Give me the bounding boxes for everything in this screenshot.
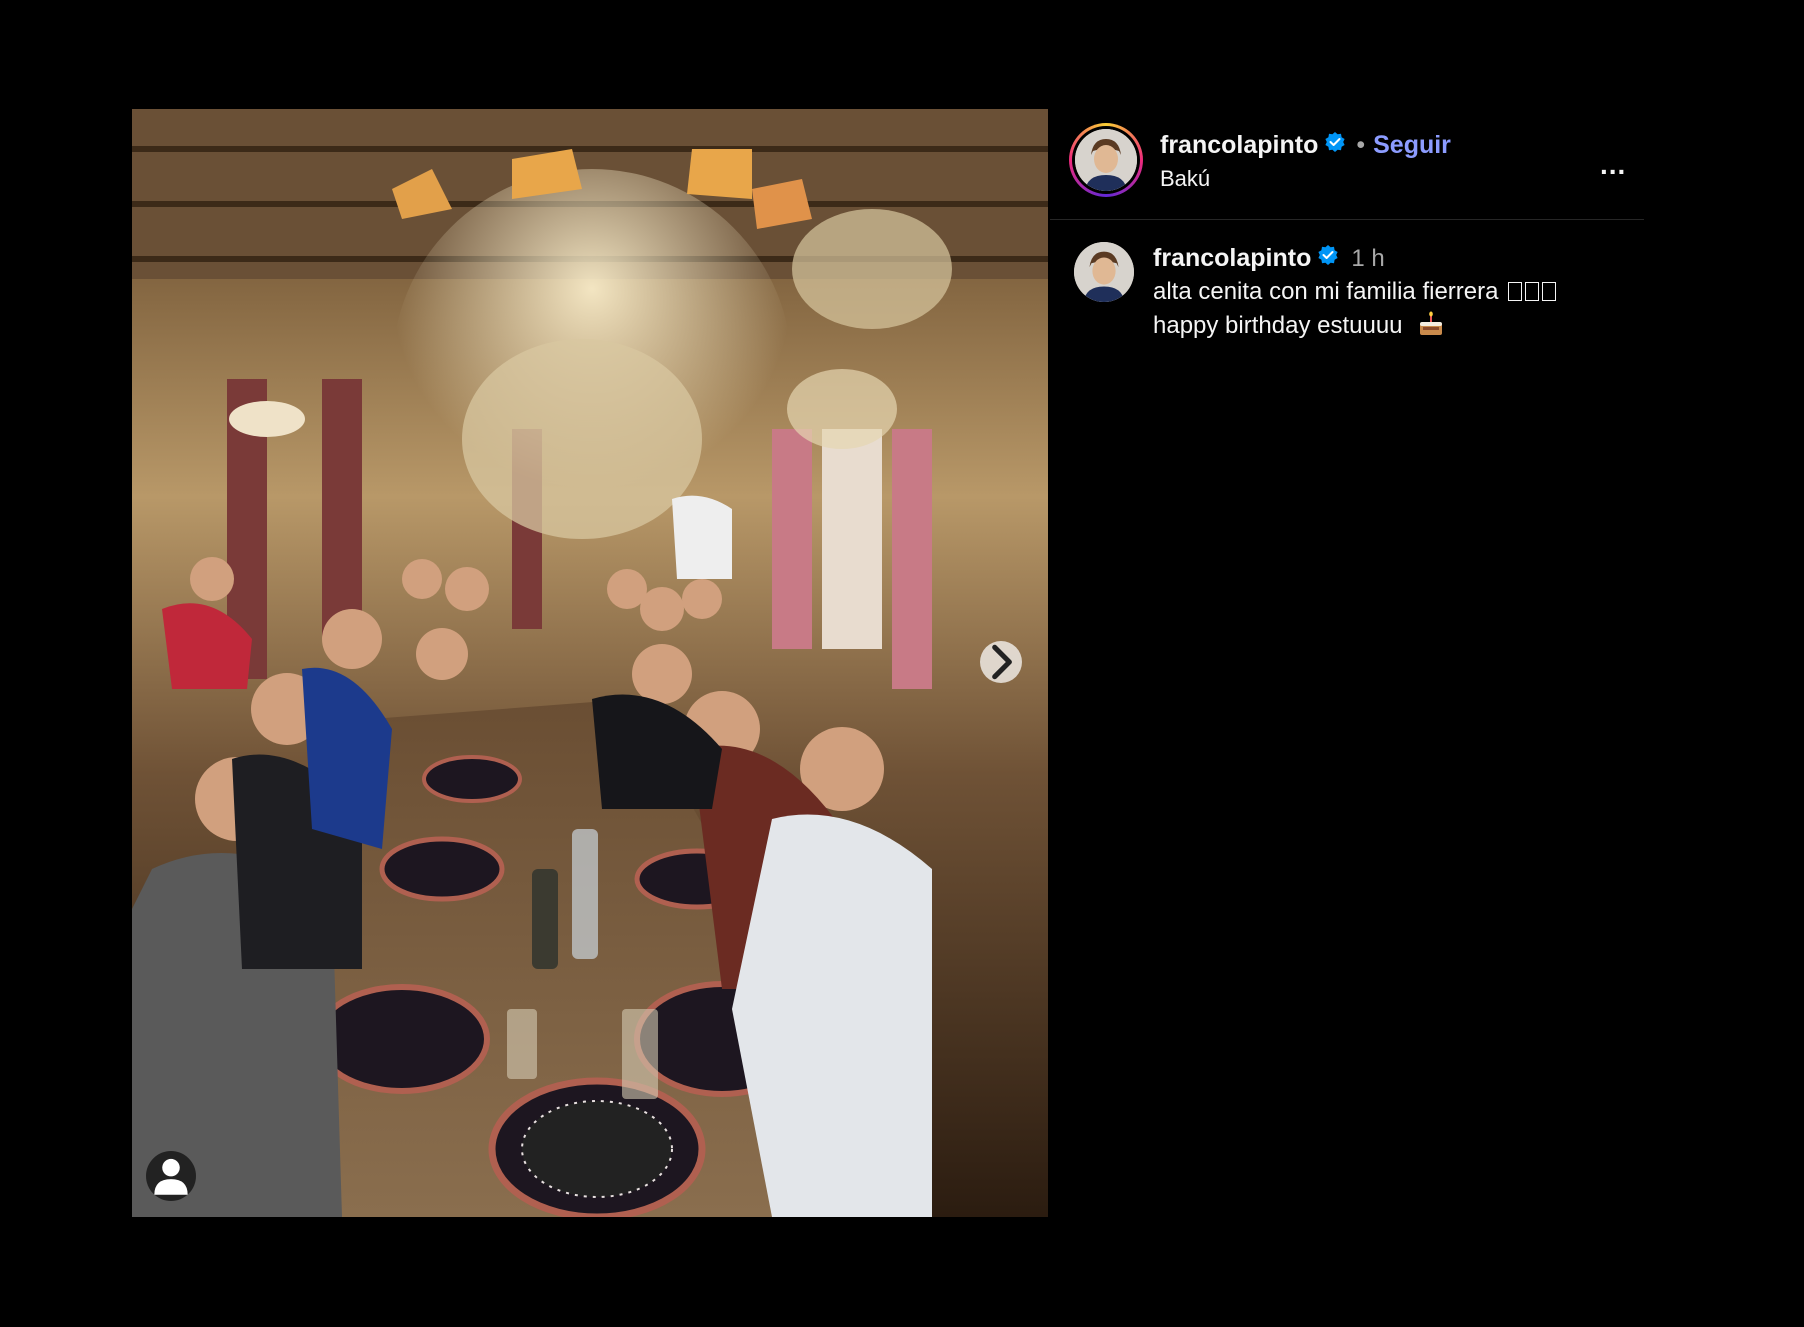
header-username[interactable]: francolapinto [1160, 131, 1318, 160]
separator-dot: • [1356, 131, 1366, 159]
missing-glyph-icon [1542, 282, 1557, 301]
post-header: francolapinto • Seguir Bakú ... [1050, 109, 1644, 220]
post-time[interactable]: 1 h [1351, 245, 1384, 273]
story-ring[interactable] [1069, 123, 1143, 197]
cake-emoji-icon [1417, 311, 1445, 347]
location-link[interactable]: Bakú [1160, 166, 1210, 192]
caption-body: francolapinto 1 h alta cenita con mi fam… [1153, 244, 1633, 347]
post-side-panel: francolapinto • Seguir Bakú ... francola… [1050, 109, 1644, 1217]
missing-glyph-icons [1505, 278, 1557, 305]
header-user-line: francolapinto • Seguir [1160, 131, 1451, 160]
user-tag-icon [154, 1158, 188, 1195]
missing-glyph-icon [1508, 282, 1523, 301]
caption-avatar[interactable] [1074, 242, 1134, 302]
dinner-photo-illustration [132, 109, 1048, 1217]
verified-badge-icon [1317, 244, 1339, 273]
caption-line-1: alta cenita con mi familia fierrera [1153, 275, 1633, 309]
verified-badge-icon [1324, 131, 1346, 160]
post-modal: francolapinto • Seguir Bakú ... francola… [0, 0, 1804, 1327]
caption-username[interactable]: francolapinto [1153, 244, 1311, 273]
tagged-users-button[interactable] [146, 1151, 196, 1201]
post-photo[interactable] [132, 109, 1048, 1217]
avatar[interactable] [1075, 129, 1137, 191]
next-image-button[interactable] [980, 641, 1022, 683]
more-options-icon[interactable]: ... [1600, 149, 1626, 181]
caption-line-2: happy birthday estuuuu [1153, 309, 1633, 347]
caption-line-2-text: happy birthday estuuuu [1153, 312, 1403, 339]
chevron-right-icon [992, 644, 1012, 680]
follow-button[interactable]: Seguir [1373, 131, 1451, 160]
caption-text: alta cenita con mi familia fierrera happ… [1153, 275, 1633, 347]
caption-line-1-text: alta cenita con mi familia fierrera [1153, 278, 1499, 305]
missing-glyph-icon [1525, 282, 1540, 301]
caption-user-line: francolapinto 1 h [1153, 244, 1633, 273]
